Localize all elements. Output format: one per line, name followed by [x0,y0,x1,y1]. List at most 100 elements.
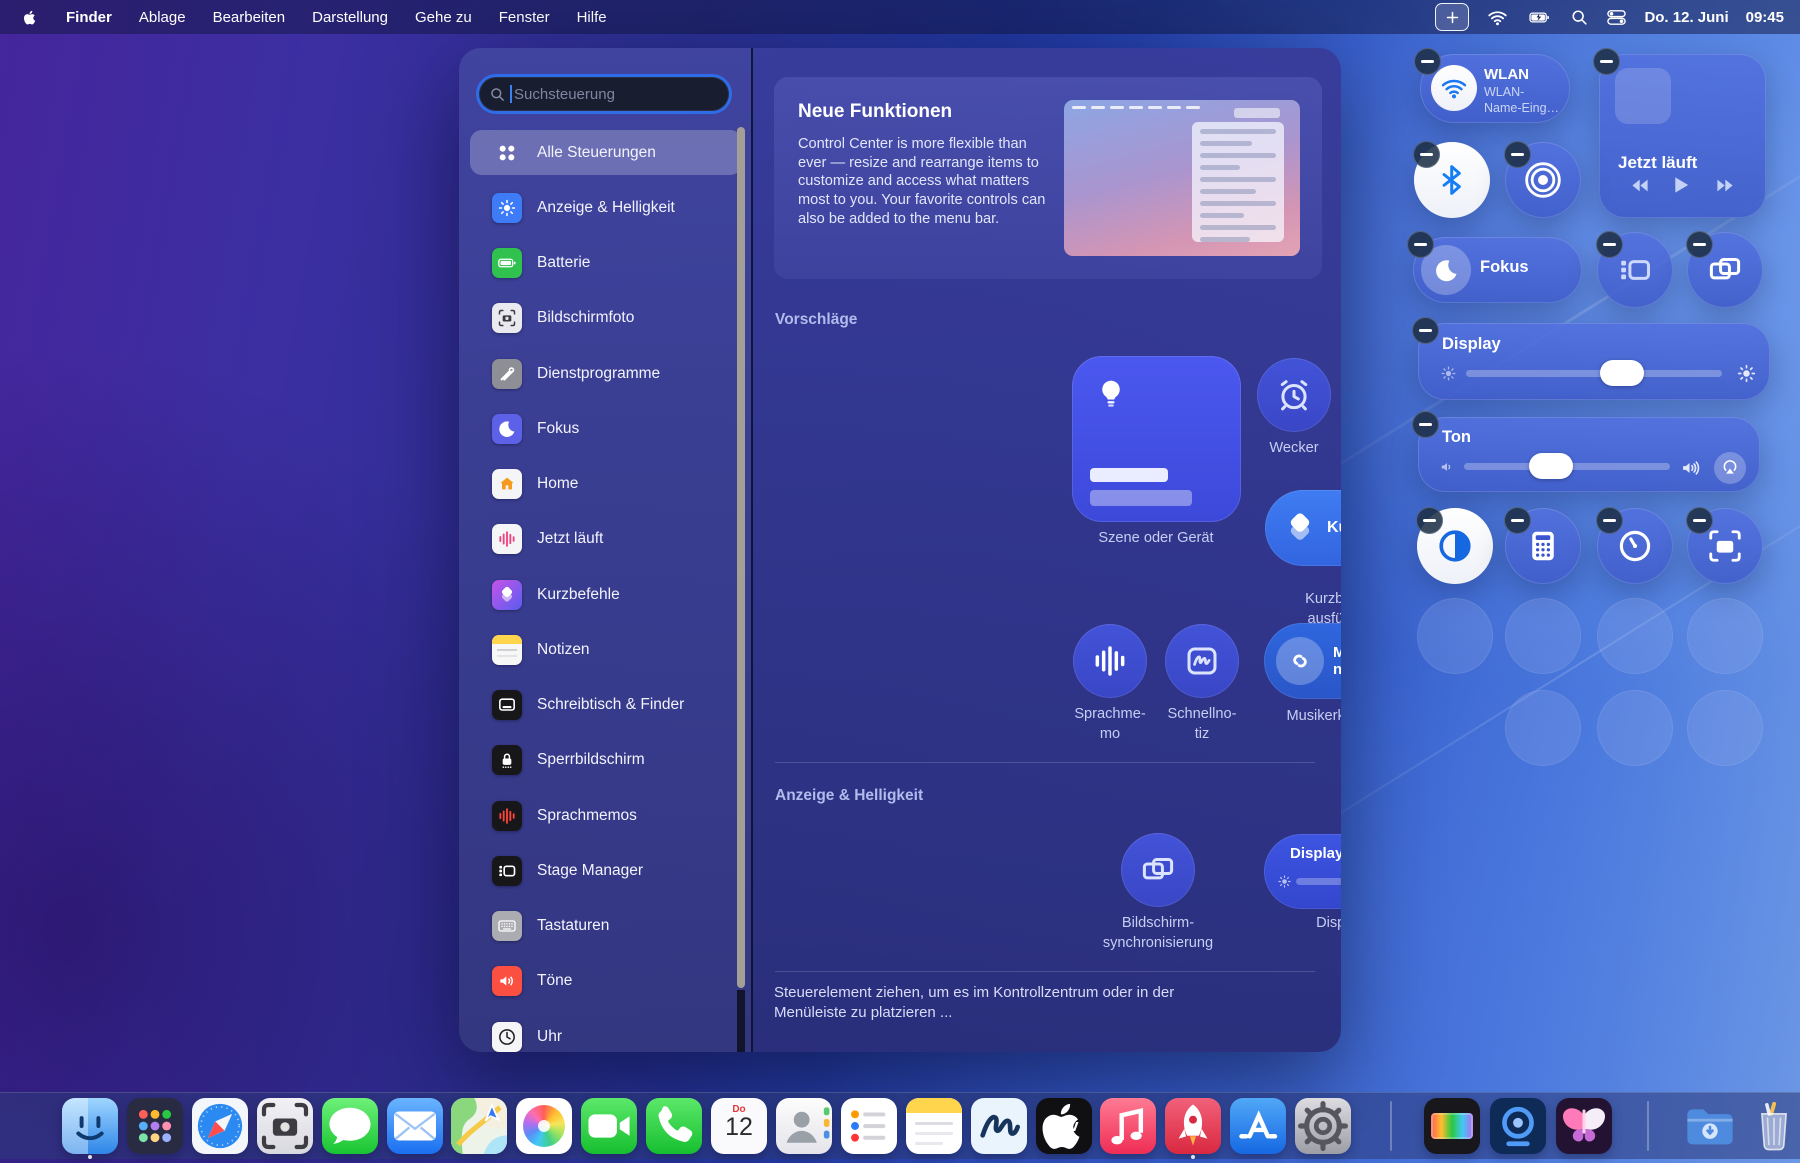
music-recognition-control[interactable]: Musikerken- nung [1264,623,1341,699]
dock-app-safari[interactable] [192,1098,248,1154]
calculator-tile[interactable] [1505,508,1581,584]
remove-wifi-button[interactable] [1414,48,1441,75]
dock-app-maps[interactable] [451,1098,507,1154]
sidebar-item-home[interactable]: Home [470,462,742,507]
remove-airdrop-button[interactable] [1504,141,1531,168]
menubar-time[interactable]: 09:45 [1746,9,1784,26]
menubar-date[interactable]: Do. 12. Juni [1644,9,1728,26]
focus-tile[interactable]: Fokus [1413,237,1582,303]
sidebar-item-batterie[interactable]: Batterie [470,241,742,286]
dock-app-app-store[interactable] [1230,1098,1286,1154]
fast-forward-button[interactable] [1710,176,1740,195]
remove-screen-mirroring-button[interactable] [1686,231,1713,258]
remove-now-playing-button[interactable] [1593,48,1620,75]
sidebar-item-bildschirmfoto[interactable]: Bildschirmfoto [470,296,742,341]
airplay-audio-button[interactable] [1714,452,1746,484]
empty-control-slot[interactable] [1505,598,1581,674]
menu-item-hilfe[interactable]: Hilfe [577,9,607,26]
dock-app-contacts[interactable] [776,1098,832,1154]
remove-sound-button[interactable] [1412,411,1439,438]
dock-app-rocket[interactable] [1165,1098,1221,1154]
sound-tile[interactable]: Ton [1418,417,1760,492]
dock-app-media-device[interactable] [1490,1098,1546,1154]
dock-app-downloads[interactable] [1682,1098,1738,1154]
apple-menu-icon[interactable] [22,8,39,27]
sidebar-item-sperrbildschirm[interactable]: Sperrbildschirm [470,738,742,783]
dock-app-mail[interactable] [387,1098,443,1154]
menu-item-darstellung[interactable]: Darstellung [312,9,388,26]
sidebar-item-stage-manager[interactable]: Stage Manager [470,848,742,893]
sidebar-scrollbar[interactable] [737,127,745,988]
sidebar-item-jetzt-laeuft[interactable]: Jetzt läuft [470,517,742,562]
menu-app-name[interactable]: Finder [66,9,112,26]
remove-stage-manager-button[interactable] [1596,231,1623,258]
control-center-menu-icon[interactable] [1606,7,1627,28]
dock-app-finder[interactable] [62,1098,118,1154]
bluetooth-tile[interactable] [1414,142,1490,218]
dock-app-freeform[interactable] [971,1098,1027,1154]
airdrop-tile[interactable] [1505,142,1581,218]
screenshot-tile[interactable] [1687,508,1763,584]
now-playing-tile[interactable]: Jetzt läuft [1599,54,1766,218]
dock-app-music[interactable] [1100,1098,1156,1154]
dock-app-butterfly[interactable] [1556,1098,1612,1154]
dock-app-tv[interactable]: tv [1036,1098,1092,1154]
dock-app-screenshot[interactable] [257,1098,313,1154]
screen-mirroring-control[interactable] [1121,833,1195,907]
dock-app-launchpad[interactable] [127,1098,183,1154]
rewind-button[interactable] [1625,176,1655,195]
spotlight-search-icon[interactable] [1570,7,1589,28]
menu-item-ablage[interactable]: Ablage [139,9,186,26]
remove-timer-button[interactable] [1596,507,1623,534]
empty-control-slot[interactable] [1687,690,1763,766]
brightness-track[interactable] [1466,370,1722,377]
wifi-toggle[interactable] [1431,65,1477,111]
timer-tile[interactable] [1597,508,1673,584]
sidebar-item-dienstprogramme[interactable]: Dienstprogramme [470,351,742,396]
sidebar-item-tastaturen[interactable]: Tastaturen [470,904,742,949]
sidebar-item-schreibtisch-finder[interactable]: Schreibtisch & Finder [470,683,742,728]
screen-mirroring-tile[interactable] [1687,232,1763,308]
mini-brightness-track[interactable] [1296,878,1341,885]
voice-memo-control[interactable] [1073,624,1147,698]
volume-knob[interactable] [1529,453,1573,479]
remove-display-button[interactable] [1412,317,1439,344]
dock-app-photos[interactable] [516,1098,572,1154]
sidebar-item-fokus[interactable]: Fokus [470,406,742,451]
dock-app-calendar[interactable]: Do12 [711,1098,767,1154]
search-input[interactable]: Suchsteuerung [479,77,729,111]
dock-app-trash[interactable] [1746,1098,1800,1154]
sidebar-item-alle-steuerungen[interactable]: Alle Steuerungen [470,130,742,175]
display-slider-control[interactable]: Display [1264,834,1341,909]
quick-note-control[interactable] [1165,624,1239,698]
empty-control-slot[interactable] [1597,690,1673,766]
menu-item-gehe-zu[interactable]: Gehe zu [415,9,472,26]
remove-calculator-button[interactable] [1504,507,1531,534]
dock-app-reminders[interactable] [841,1098,897,1154]
play-button[interactable] [1669,171,1692,199]
remove-dark-mode-button[interactable] [1416,507,1443,534]
empty-control-slot[interactable] [1505,690,1581,766]
sidebar-item-toene[interactable]: Töne [470,959,742,1004]
empty-control-slot[interactable] [1687,598,1763,674]
dock-app-messages[interactable] [322,1098,378,1154]
dock-app-facetime[interactable] [581,1098,637,1154]
brightness-knob[interactable] [1600,360,1644,386]
dock-app-photo-media[interactable] [1424,1098,1480,1154]
empty-control-slot[interactable] [1597,598,1673,674]
empty-control-slot[interactable] [1417,598,1493,674]
sidebar-item-anzeige-helligkeit[interactable]: Anzeige & Helligkeit [470,185,742,230]
sidebar-item-kurzbefehle[interactable]: Kurzbefehle [470,572,742,617]
dock-app-settings[interactable] [1295,1098,1351,1154]
battery-menu-icon[interactable] [1526,7,1553,28]
sidebar-item-notizen[interactable]: Notizen [470,627,742,672]
remove-focus-button[interactable] [1407,231,1434,258]
volume-track[interactable] [1464,463,1670,470]
dock-app-phone[interactable] [646,1098,702,1154]
wifi-tile[interactable]: WLAN WLAN- Name-Eing… [1420,54,1570,123]
remove-bluetooth-button[interactable] [1413,141,1440,168]
menu-item-fenster[interactable]: Fenster [499,9,550,26]
display-brightness-tile[interactable]: Display [1418,323,1770,400]
sidebar-item-sprachmemos[interactable]: Sprachmemos [470,793,742,838]
remove-screenshot-button[interactable] [1686,507,1713,534]
